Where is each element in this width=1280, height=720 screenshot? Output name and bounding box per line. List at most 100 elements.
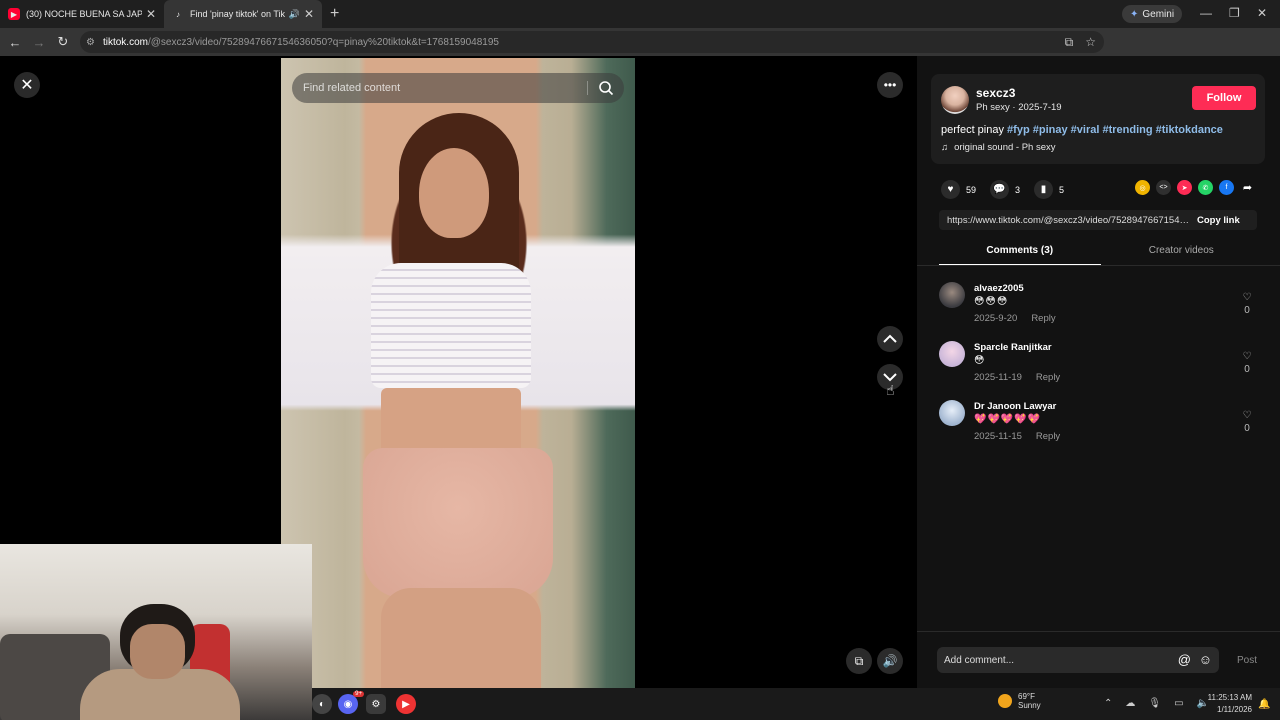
site-info-icon[interactable]: ⚙ (86, 37, 95, 48)
sound-link[interactable]: ♫ original sound - Ph sexy (941, 142, 1056, 153)
steam-icon[interactable]: ⚙ (366, 694, 386, 714)
comment-date: 2025-11-15 (974, 431, 1022, 442)
mic-icon[interactable]: 🎙 (1148, 698, 1161, 709)
display-icon[interactable]: ▭ (1174, 698, 1183, 709)
post-button[interactable]: Post (1237, 655, 1257, 666)
share-arrow-icon[interactable]: ➦ (1240, 180, 1255, 195)
video-frame-top (371, 263, 531, 388)
hashtag-link[interactable]: #tiktokdance (1156, 124, 1223, 136)
chevron-up-icon[interactable]: ⌃ (1104, 698, 1112, 709)
embed-icon[interactable]: <> (1156, 180, 1171, 195)
copy-link-button[interactable]: Copy link (1197, 215, 1240, 226)
commenter-name[interactable]: alvaez2005 (974, 283, 1024, 294)
comment-meta: 2025-11-19 Reply (974, 372, 1060, 383)
hashtag-link[interactable]: #trending (1102, 124, 1152, 136)
comment-input[interactable] (944, 654, 1164, 666)
previous-video-button[interactable] (877, 326, 903, 352)
restore-icon[interactable]: ❐ (1229, 6, 1240, 20)
comment-date: 2025-9-20 (974, 313, 1018, 324)
video-player[interactable] (281, 58, 635, 688)
author-name[interactable]: sexcz3 (976, 86, 1015, 100)
comment-like-button[interactable]: ♡ 0 (1241, 410, 1253, 434)
address-bar[interactable]: ⚙ tiktok.com/@sexcz3/video/7528947667154… (80, 31, 1104, 53)
browser-tab-youtube[interactable]: ▶ (30) NOCHE BUENA SA JAPAN ✕ (0, 0, 164, 28)
taskbar-app-icon[interactable]: ◐ (312, 694, 332, 714)
chevron-down-icon (883, 373, 897, 382)
music-note-icon: ♫ (941, 142, 949, 153)
reply-button[interactable]: Reply (1036, 431, 1060, 442)
emoji-icon[interactable]: ☺ (1199, 652, 1212, 667)
more-options-button[interactable]: ••• (877, 72, 903, 98)
notification-badge: 9+ (353, 691, 364, 697)
notification-icon[interactable]: 🔔 (1258, 699, 1270, 710)
save-count: 5 (1059, 184, 1065, 195)
share-link-url[interactable]: https://www.tiktok.com/@sexcz3/video/752… (939, 215, 1191, 226)
floating-player-button[interactable]: ⧉ (846, 648, 872, 674)
related-search-input[interactable] (303, 82, 583, 94)
comment-count: 3 (1015, 184, 1021, 195)
panel-tabs: Comments (3) Creator videos (939, 242, 1262, 266)
reply-button[interactable]: Reply (1031, 313, 1055, 324)
heart-outline-icon: ♡ (1242, 410, 1252, 421)
video-frame-shorts (363, 448, 553, 598)
comment-like-count: 0 (1244, 423, 1250, 434)
close-tab-icon[interactable]: ✕ (146, 7, 156, 21)
video-caption: perfect pinay #fyp #pinay #viral #trendi… (941, 124, 1223, 136)
sun-icon (998, 694, 1012, 708)
close-tab-icon[interactable]: ✕ (304, 7, 314, 21)
save-button[interactable]: ▮ 5 (1034, 180, 1064, 199)
video-frame-head (419, 148, 489, 238)
window-close-icon[interactable]: ✕ (1257, 6, 1267, 20)
like-button[interactable]: ♥ 59 (941, 180, 976, 199)
browser-tab-tiktok[interactable]: ♪ Find 'pinay tiktok' on TikTok 🔊 ✕ (164, 0, 322, 28)
discord-icon[interactable]: ◉ 9+ (338, 691, 364, 714)
gemini-icon: ✦ (1130, 8, 1139, 20)
engagement-bar: ♥ 59 💬 3 ▮ 5 (941, 180, 1078, 199)
close-video-button[interactable]: ✕ (14, 72, 40, 98)
heart-outline-icon: ♡ (1242, 292, 1252, 303)
hashtag-link[interactable]: #fyp (1007, 124, 1030, 136)
related-search-bar[interactable] (292, 73, 624, 103)
cast-icon[interactable]: ⧉ (1065, 35, 1074, 50)
comment-like-count: 0 (1244, 364, 1250, 375)
speaker-icon[interactable]: 🔊 (289, 9, 300, 20)
comment-like-button[interactable]: ♡ 0 (1241, 292, 1253, 316)
author-avatar[interactable] (941, 86, 969, 114)
caption-text: perfect pinay (941, 124, 1008, 136)
weather-widget[interactable]: 69°F Sunny (998, 692, 1041, 710)
tab-comments[interactable]: Comments (3) (939, 242, 1101, 266)
volume-button[interactable]: 🔊 (877, 648, 903, 674)
facebook-icon[interactable]: f (1219, 180, 1234, 195)
forward-icon[interactable]: → (27, 35, 51, 50)
comment-composer[interactable]: @ ☺ (937, 647, 1219, 673)
taskbar-clock[interactable]: 11:25:13 AM 1/11/2026 (1200, 692, 1252, 716)
browser-tab-bar: ▶ (30) NOCHE BUENA SA JAPAN ✕ ♪ Find 'pi… (0, 0, 1280, 28)
hashtag-link[interactable]: #pinay (1033, 124, 1068, 136)
tab-creator-videos[interactable]: Creator videos (1101, 242, 1263, 266)
minimize-icon[interactable]: — (1200, 6, 1212, 20)
follow-button[interactable]: Follow (1192, 86, 1256, 110)
whatsapp-icon[interactable]: ✆ (1198, 180, 1213, 195)
send-icon[interactable]: ➤ (1177, 180, 1192, 195)
commenter-name[interactable]: Dr Janoon Lawyar (974, 401, 1056, 412)
heart-outline-icon: ♡ (1242, 351, 1252, 362)
bookmark-star-icon[interactable]: ☆ (1085, 35, 1096, 50)
reload-icon[interactable]: ↻ (51, 34, 75, 50)
coin-icon[interactable]: ◎ (1135, 180, 1150, 195)
gemini-button[interactable]: ✦ Gemini (1122, 5, 1183, 23)
weather-temp: 69°F (1018, 692, 1035, 701)
media-player-icon[interactable]: ▶ (396, 694, 416, 714)
new-tab-button[interactable]: + (330, 5, 339, 23)
back-icon[interactable]: ← (3, 35, 27, 50)
mention-icon[interactable]: @ (1178, 652, 1191, 667)
commenter-name[interactable]: Sparcle Ranjitkar (974, 342, 1052, 353)
reply-button[interactable]: Reply (1036, 372, 1060, 383)
commenter-avatar[interactable] (939, 341, 965, 367)
comment-like-button[interactable]: ♡ 0 (1241, 351, 1253, 375)
commenter-avatar[interactable] (939, 400, 965, 426)
commenter-avatar[interactable] (939, 282, 965, 308)
hashtag-link[interactable]: #viral (1071, 124, 1100, 136)
cloud-icon[interactable]: ☁ (1125, 698, 1135, 709)
comment-button[interactable]: 💬 3 (990, 180, 1020, 199)
search-icon[interactable] (598, 80, 614, 96)
